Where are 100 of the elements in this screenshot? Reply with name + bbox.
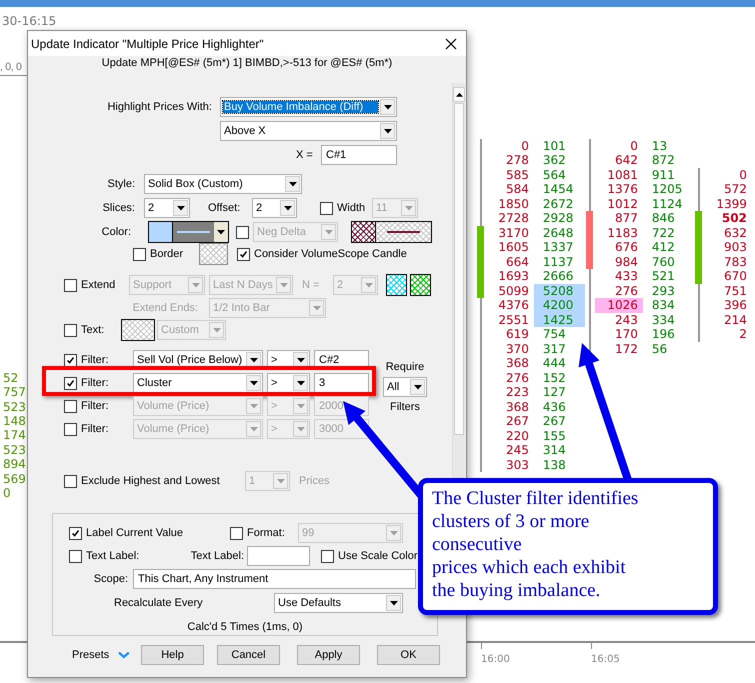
scroll-up-button[interactable] xyxy=(453,87,465,102)
dialog-button[interactable]: Apply xyxy=(297,645,360,665)
bid-volume: 572 xyxy=(723,182,748,197)
caret-icon xyxy=(212,328,220,332)
ask-volume: 2648 xyxy=(542,226,574,240)
dropdown[interactable]: Cluster xyxy=(133,373,263,393)
dialog-button[interactable]: Help xyxy=(141,645,204,665)
checkbox[interactable] xyxy=(64,354,77,366)
indicator-value: 52 xyxy=(2,370,18,386)
checkbox[interactable] xyxy=(64,474,77,488)
checkbox[interactable] xyxy=(64,278,77,292)
checkbox[interactable] xyxy=(64,400,77,412)
bid-volume: 170 xyxy=(614,327,639,342)
line-style-swatch[interactable] xyxy=(351,221,432,243)
bid-volume: 1183 xyxy=(606,226,639,240)
field-label: Filter: xyxy=(81,423,110,435)
bid-volume: 0 xyxy=(629,138,639,154)
field-label: Prices xyxy=(299,475,330,487)
scrollbar[interactable] xyxy=(452,83,465,478)
checkbox[interactable] xyxy=(320,202,333,214)
close-icon xyxy=(445,38,457,50)
field-label: Exclude Highest and Lowest xyxy=(81,475,221,487)
field-label: Extend Ends: xyxy=(132,302,198,314)
pattern-swatch[interactable] xyxy=(386,274,407,296)
bid-volume: 368 xyxy=(505,356,530,371)
pattern-swatch[interactable] xyxy=(199,243,228,265)
field-label: Offset: xyxy=(208,202,242,214)
input-field[interactable]: 3 xyxy=(314,373,369,393)
dialog-button[interactable]: OK xyxy=(377,645,440,665)
caret-icon xyxy=(250,404,258,408)
color-picker[interactable] xyxy=(148,221,229,243)
presets-button[interactable]: Presets xyxy=(72,645,130,665)
status-text: Calc'd 5 Times (1ms, 0) xyxy=(187,621,303,633)
ask-volume: 1124 xyxy=(650,196,684,212)
checkbox[interactable] xyxy=(69,550,82,562)
bid-volume: 1605 xyxy=(497,240,530,255)
field-label: Border xyxy=(150,248,184,260)
input-field[interactable]: This Chart, Any Instrument xyxy=(133,569,416,589)
caret-icon xyxy=(404,206,412,210)
pattern-swatch[interactable] xyxy=(410,274,431,296)
close-button[interactable] xyxy=(444,36,458,50)
caret-icon xyxy=(296,404,304,408)
pattern-swatch[interactable] xyxy=(121,319,155,341)
dropdown[interactable]: Solid Box (Custom) xyxy=(144,174,302,194)
field-label: Text Label: xyxy=(86,550,140,562)
ask-volume: 564 xyxy=(542,168,567,182)
caret-icon xyxy=(176,206,184,210)
bid-volume: 2551 xyxy=(497,312,530,328)
axis-label: 16:00 xyxy=(481,654,510,666)
scroll-thumb[interactable] xyxy=(454,103,464,435)
bid-volume: 368 xyxy=(505,400,530,414)
dropdown[interactable]: 2 xyxy=(144,198,190,218)
checkbox[interactable] xyxy=(64,376,77,390)
dropdown[interactable]: 2 xyxy=(252,198,297,218)
dropdown[interactable]: Above X xyxy=(220,121,397,141)
bid-volume: 984 xyxy=(614,254,639,270)
field-label: Filter: xyxy=(81,377,110,389)
bid-volume: 676 xyxy=(614,240,639,255)
checkbox[interactable] xyxy=(237,248,250,260)
ask-volume: 362 xyxy=(542,153,567,168)
ask-volume: 412 xyxy=(650,240,676,255)
bid-volume: 214 xyxy=(723,312,748,328)
field-label: Consider VolumeScope Candle xyxy=(254,248,407,260)
ask-volume: 101 xyxy=(542,138,567,154)
input-field[interactable] xyxy=(247,546,310,566)
caret-icon xyxy=(384,128,392,134)
bid-volume: 584 xyxy=(505,182,530,197)
dropdown[interactable]: Use Defaults xyxy=(274,593,403,613)
bid-volume: 220 xyxy=(505,428,530,444)
checkbox[interactable] xyxy=(230,526,243,540)
checkbox[interactable] xyxy=(133,248,146,260)
bid-volume: 267 xyxy=(505,414,530,429)
dropdown[interactable]: Buy Volume Imbalance (Diff) xyxy=(220,97,397,117)
caret-icon xyxy=(276,478,284,484)
axis-label: 16:05 xyxy=(591,654,620,666)
checkbox[interactable] xyxy=(69,526,82,540)
ask-volume: 760 xyxy=(650,254,676,270)
field-label: X = xyxy=(296,149,314,161)
field-label: Slices: xyxy=(102,202,135,214)
checkbox[interactable] xyxy=(64,324,77,336)
caret-icon xyxy=(312,306,320,310)
dropdown[interactable]: All xyxy=(383,377,427,397)
checkbox[interactable] xyxy=(236,226,249,238)
bid-volume: 303 xyxy=(505,458,530,472)
field-label: Text Label: xyxy=(190,550,244,562)
bid-volume: 276 xyxy=(614,284,639,298)
callout: The Cluster filter identifies clusters of 3 or more consecutive prices which each exhibit the buying imbalance. xyxy=(418,478,718,615)
check-icon xyxy=(65,354,76,366)
ask-volume: 155 xyxy=(542,428,567,444)
field-label: N = xyxy=(302,279,320,291)
dialog-button[interactable]: Cancel xyxy=(217,645,280,665)
checkbox[interactable] xyxy=(321,550,334,562)
bid-volume: 243 xyxy=(614,312,639,328)
bid-volume: 1026 xyxy=(594,298,643,313)
bid-volume: 4376 xyxy=(497,298,530,313)
check-icon xyxy=(238,248,249,260)
input-field[interactable]: C#1 xyxy=(321,145,397,165)
field-label: Filters xyxy=(390,401,420,413)
dropdown[interactable]: > xyxy=(267,373,310,393)
checkbox[interactable] xyxy=(64,422,77,436)
